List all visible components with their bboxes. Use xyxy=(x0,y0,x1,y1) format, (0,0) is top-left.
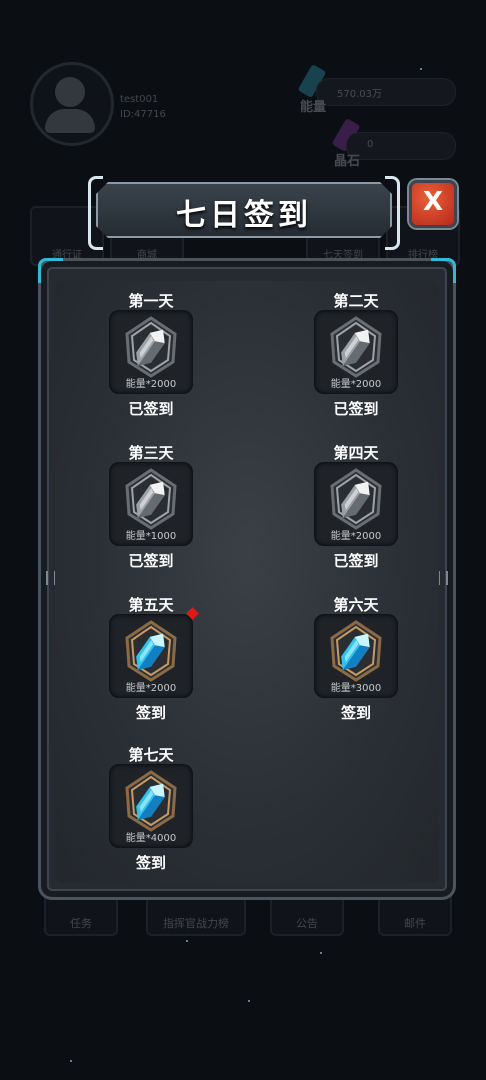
day-cell-1: 第一天能量*2000 已签到 xyxy=(91,290,211,424)
blue-crystal-icon xyxy=(123,770,179,832)
day-title: 第三天 xyxy=(128,444,174,462)
gray-crystal-icon xyxy=(328,316,384,378)
energy-value: 570.03万 xyxy=(337,89,382,100)
corner-accent-decoration xyxy=(38,258,63,283)
star-decoration xyxy=(320,952,322,954)
reward-amount: 能量*3000 xyxy=(330,683,382,694)
day-title: 第一天 xyxy=(128,292,174,310)
gray-crystal-icon xyxy=(328,468,384,530)
reward-card[interactable]: 能量*3000 xyxy=(314,614,398,698)
reward-amount: 能量*2000 xyxy=(125,379,177,390)
claimed-status: 已签到 xyxy=(128,400,174,418)
checkin-button[interactable]: 签到 xyxy=(91,852,211,873)
crystal-bar: 0 xyxy=(346,132,456,160)
claimed-status: 已签到 xyxy=(333,552,379,570)
reward-amount: 能量*2000 xyxy=(330,379,382,390)
corner-accent-decoration xyxy=(431,258,456,283)
day-cell-7: 第七天能量*4000 签到 xyxy=(91,744,211,878)
star-decoration xyxy=(70,1060,72,1062)
blue-crystal-icon xyxy=(328,620,384,682)
side-clip-decoration xyxy=(438,571,448,585)
day-cell-2: 第二天能量*2000 已签到 xyxy=(296,290,416,424)
checkin-button[interactable]: 签到 xyxy=(91,702,211,723)
day-cell-4: 第四天能量*2000 已签到 xyxy=(296,442,416,576)
mail-label: 邮件 xyxy=(404,917,426,930)
reward-amount: 能量*1000 xyxy=(125,531,177,542)
reward-card[interactable]: 能量*2000 xyxy=(314,462,398,546)
reward-card[interactable]: 能量*1000 xyxy=(109,462,193,546)
crystal-value: 0 xyxy=(367,139,374,150)
close-button[interactable]: X xyxy=(409,180,457,228)
avatar xyxy=(30,62,114,146)
reward-amount: 能量*4000 xyxy=(125,833,177,844)
day-cell-6: 第六天能量*3000 签到 xyxy=(296,594,416,728)
reward-card[interactable]: 能量*2000 xyxy=(109,614,193,698)
dialog-title-banner: 七日签到 xyxy=(88,176,400,250)
reward-card[interactable]: 能量*4000 xyxy=(109,764,193,848)
reward-amount: 能量*2000 xyxy=(330,531,382,542)
day-title: 第六天 xyxy=(333,596,379,614)
avatar-head-icon xyxy=(55,77,85,107)
star-decoration xyxy=(420,68,422,70)
task-label: 任务 xyxy=(70,917,92,930)
day-cell-3: 第三天能量*1000 已签到 xyxy=(91,442,211,576)
crystal-label: 晶石 xyxy=(334,154,361,169)
checkin-button[interactable]: 签到 xyxy=(296,702,416,723)
gray-crystal-icon xyxy=(123,316,179,378)
reward-amount: 能量*2000 xyxy=(125,683,177,694)
close-x-icon: X xyxy=(422,187,444,217)
day-title: 第二天 xyxy=(333,292,379,310)
user-name: test001 xyxy=(120,94,159,105)
energy-label: 能量 xyxy=(300,100,327,115)
gray-crystal-icon xyxy=(123,468,179,530)
reward-card[interactable]: 能量*2000 xyxy=(109,310,193,394)
star-decoration xyxy=(186,940,188,942)
day-title: 第七天 xyxy=(128,746,174,764)
claimed-status: 已签到 xyxy=(333,400,379,418)
energy-bar: 570.03万 xyxy=(316,78,456,106)
power-rank-label: 指挥官战力榜 xyxy=(163,917,229,930)
blue-crystal-icon xyxy=(123,620,179,682)
star-decoration xyxy=(248,1000,250,1002)
user-id: ID:47716 xyxy=(120,109,166,120)
reward-card[interactable]: 能量*2000 xyxy=(314,310,398,394)
day-title: 第四天 xyxy=(333,444,379,462)
avatar-body-icon xyxy=(45,109,95,133)
claimed-status: 已签到 xyxy=(128,552,174,570)
notice-label: 公告 xyxy=(296,917,318,930)
dialog-title: 七日签到 xyxy=(176,198,312,233)
